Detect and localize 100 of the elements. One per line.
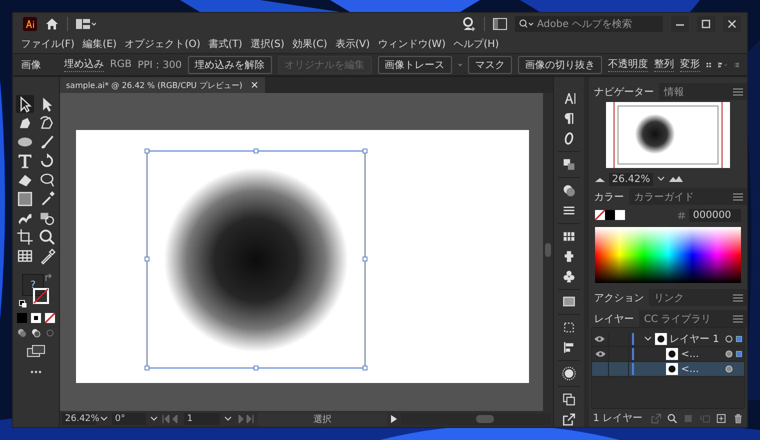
menu-item[interactable]: 編集(E): [78, 37, 121, 51]
new-layer-icon[interactable]: [716, 412, 727, 424]
stroke-swatch[interactable]: [33, 288, 49, 304]
control-button[interactable]: 画像の切り抜き: [518, 56, 602, 74]
menu-item[interactable]: 書式(T): [204, 37, 246, 51]
search-icon[interactable]: [666, 412, 678, 424]
layer-name[interactable]: <...: [681, 364, 699, 374]
pathfinder-icon[interactable]: [561, 156, 577, 172]
caret-icon[interactable]: [100, 416, 108, 422]
play-icon[interactable]: [391, 415, 397, 423]
panel-link[interactable]: 変形: [680, 57, 700, 72]
caret-icon[interactable]: [150, 416, 158, 422]
close-button[interactable]: [723, 16, 741, 32]
user-icon[interactable]: [462, 17, 476, 31]
panel-toggle-icon[interactable]: [493, 18, 507, 30]
visibility-eye-icon[interactable]: [594, 335, 606, 343]
rotation-field[interactable]: 0°: [112, 413, 146, 425]
layer-count-label: 1 レイヤー: [593, 412, 643, 425]
panel-tab[interactable]: レイヤー: [589, 310, 639, 327]
transform-icon[interactable]: [561, 320, 577, 336]
layer-thumbnail: [654, 333, 667, 345]
artboard-icon[interactable]: [16, 228, 34, 246]
menu-item[interactable]: 表示(V): [331, 37, 374, 51]
minimize-button[interactable]: [671, 16, 689, 32]
type-icon[interactable]: [16, 152, 34, 170]
screen-mode-icon[interactable]: [27, 345, 45, 357]
panel-link[interactable]: 整列: [654, 57, 674, 72]
menu-item[interactable]: 効果(C): [288, 37, 332, 51]
club-icon[interactable]: [561, 268, 577, 284]
maximize-button[interactable]: [697, 16, 715, 32]
panel-menu-icon[interactable]: [733, 88, 743, 96]
home-icon[interactable]: [45, 17, 59, 31]
artboard-field[interactable]: 1: [184, 413, 220, 425]
rotate-icon[interactable]: [38, 152, 56, 170]
grid-icon[interactable]: [16, 247, 34, 265]
menu-item[interactable]: ウィンドウ(W): [374, 37, 450, 51]
layer-name[interactable]: <...: [681, 348, 699, 360]
swap-icon[interactable]: [45, 274, 53, 282]
layer-name[interactable]: レイヤー 1: [670, 332, 720, 346]
panel-menu-icon[interactable]: [733, 192, 743, 200]
gradient-icon[interactable]: [16, 190, 34, 208]
panel-tab[interactable]: カラーガイド: [629, 188, 699, 205]
more-icon[interactable]: [30, 370, 42, 374]
close-icon: [727, 19, 737, 29]
layer-row[interactable]: <...: [592, 362, 744, 377]
default-colors-icon[interactable]: [19, 300, 27, 308]
fill-swatch[interactable]: ?: [22, 274, 44, 296]
clipping-mask-icon[interactable]: [683, 412, 694, 424]
export-icon[interactable]: [561, 412, 577, 428]
chevron-down-icon[interactable]: [644, 336, 652, 342]
control-button[interactable]: 埋め込みを解除: [188, 56, 272, 74]
panel-tab[interactable]: ナビゲーター: [589, 83, 659, 100]
app-logo-icon[interactable]: [23, 17, 37, 31]
workspace-icon[interactable]: [76, 19, 96, 29]
menu-item[interactable]: ファイル(F): [17, 37, 79, 51]
trash-icon[interactable]: [732, 412, 743, 424]
menu-item[interactable]: オブジェクト(O): [120, 37, 204, 51]
menu-item[interactable]: ヘルプ(H): [450, 37, 503, 51]
hex-icon: [678, 212, 685, 218]
panel-menu-icon[interactable]: [733, 294, 743, 302]
caret-icon[interactable]: [224, 416, 232, 422]
appearance-icon[interactable]: [561, 182, 577, 198]
caret-icon[interactable]: [458, 62, 462, 68]
align-dropdown-icon[interactable]: [718, 60, 728, 70]
none-swatch-icon[interactable]: [45, 313, 55, 323]
panel-tab[interactable]: アクション: [589, 289, 649, 306]
eyedropper-icon[interactable]: [38, 247, 56, 265]
visibility-eye-icon[interactable]: [594, 350, 606, 358]
color-spectrum[interactable]: [595, 227, 741, 283]
document-tab[interactable]: sample.ai* @ 26.42 % (RGB/CPU プレビュー) ×: [60, 77, 265, 93]
blurred-circle-artwork[interactable]: [164, 168, 348, 352]
fill-stroke-swatch-icon[interactable]: [595, 210, 625, 220]
zoom-out-icon[interactable]: [595, 176, 605, 182]
control-button[interactable]: マスク: [468, 56, 512, 74]
color-swatch-icon[interactable]: [17, 313, 27, 323]
gradient-swatch-icon[interactable]: [31, 313, 41, 323]
menu-item[interactable]: 選択(S): [246, 37, 288, 51]
panel-link[interactable]: 不透明度: [608, 57, 648, 72]
search-icon: [519, 19, 535, 29]
embed-status-link[interactable]: 埋め込み: [64, 57, 104, 72]
lasso-icon[interactable]: [38, 171, 56, 189]
gradient-icon[interactable]: [561, 294, 577, 310]
hex-field[interactable]: 000000: [689, 208, 741, 222]
vertical-scrollbar[interactable]: [543, 93, 553, 411]
panel-menu-icon[interactable]: [733, 314, 743, 322]
caret-icon[interactable]: [657, 176, 666, 182]
panel-tab[interactable]: カラー: [589, 188, 629, 205]
search-icon[interactable]: [38, 228, 56, 246]
layer-row[interactable]: レイヤー 1: [592, 332, 744, 347]
layers-icon[interactable]: [561, 392, 577, 408]
zoom-field[interactable]: 26.42%: [609, 172, 654, 186]
tab-close-button[interactable]: ×: [250, 80, 259, 90]
sunburst-icon[interactable]: [561, 366, 577, 382]
selection-bounding-box[interactable]: [144, 148, 368, 370]
panel-tab[interactable]: 情報: [659, 83, 689, 100]
panel-tab[interactable]: CC ライブラリ: [639, 310, 716, 327]
panel-tab[interactable]: リンク: [649, 289, 689, 306]
zoom-in-icon[interactable]: [669, 176, 684, 182]
dropdown-button[interactable]: 画像トレース: [378, 56, 452, 74]
horizontal-scrollbar[interactable]: [401, 413, 551, 425]
